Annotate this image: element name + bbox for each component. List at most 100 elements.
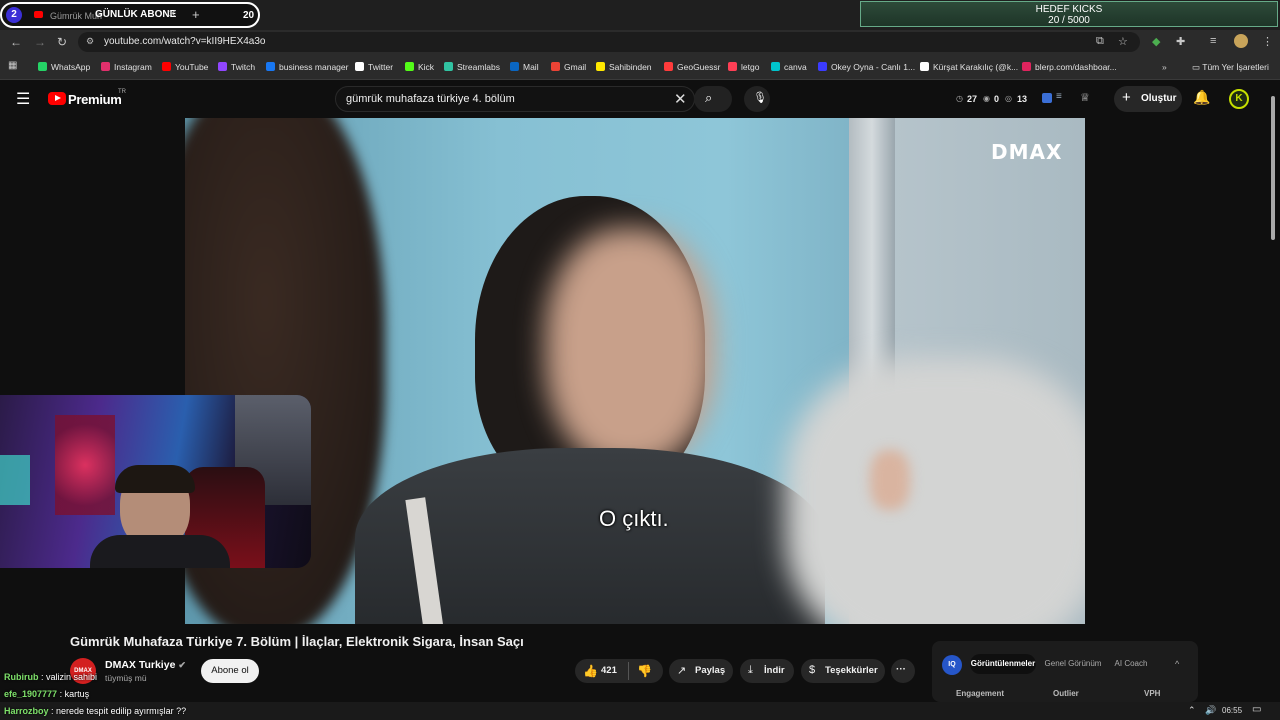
url-text[interactable]: youtube.com/watch?v=kII9HEX4a3o [104,36,265,47]
bookmark-item[interactable]: Gmail [551,62,586,72]
bookmark-item[interactable]: Instagram [101,62,152,72]
download-button[interactable]: ⤓ İndir [740,659,794,683]
bookmark-label: Twitch [231,62,256,72]
clear-search-icon[interactable]: ✕ [674,90,687,108]
bookmark-favicon-icon [218,62,227,71]
thumbs-up-icon[interactable]: 👍 [583,664,598,678]
bookmark-favicon-icon [596,62,605,71]
tab-ai-coach[interactable]: AI Coach [1108,654,1154,674]
clock-icon: ◷ [956,94,963,103]
bookmark-favicon-icon [920,62,929,71]
install-app-icon[interactable]: ⧉ [1096,35,1104,48]
stat-count: 13 [1017,94,1028,104]
bookmark-label: WhatsApp [51,62,91,72]
back-arrow-icon[interactable]: ← [10,35,22,49]
like-count[interactable]: 421 [601,665,617,676]
bookmarks-bar: ▦ WhatsApp Instagram YouTube Twitch business… [0,54,1280,80]
os-taskbar: ⌃ 🔊 06:55 ▭ [0,702,1280,720]
trophy-icon[interactable]: ♕ [1080,91,1090,104]
page-scrollbar[interactable] [1271,96,1275,240]
search-icon: ⌕ [705,90,713,105]
chat-text: kartuş [64,689,90,699]
youtube-logo-icon[interactable] [48,92,66,105]
vidiq-icon[interactable] [1042,93,1052,103]
bookmark-item[interactable]: Sahibinden [596,62,652,72]
bookmark-item[interactable]: business manager [266,62,348,72]
streamer-webcam-overlay [0,395,311,568]
menu-hamburger-icon[interactable]: ☰ [16,89,30,109]
tab-close-icon[interactable]: ✕ [168,9,176,20]
bookmark-item[interactable]: canva [771,62,807,72]
voice-search-button[interactable]: 🎙 [744,86,770,112]
profile-avatar[interactable] [1234,34,1248,48]
apps-grid-icon[interactable]: ▦ [8,60,17,71]
col-outlier: Outlier [1053,689,1079,698]
bookmarks-more-icon[interactable]: » [1162,62,1167,72]
thumbs-down-icon[interactable]: 👎 [637,664,652,678]
bookmark-label: Instagram [114,62,152,72]
notifications-bell-icon[interactable]: 🔔 [1193,89,1210,106]
bookmark-favicon-icon [510,62,519,71]
site-info-icon[interactable]: ⚙ [86,36,94,47]
forward-arrow-icon[interactable]: → [34,35,46,49]
extension-shield-icon[interactable]: ◆ [1152,35,1160,48]
all-bookmarks-folder[interactable]: ▭ Tüm Yer İşaretleri [1192,62,1269,73]
list-icon[interactable]: ≡ [1056,91,1062,102]
tab-overview[interactable]: Genel Görünüm [1038,654,1108,674]
bookmark-item[interactable]: letgo [728,62,759,72]
bookmark-item[interactable]: Mail [510,62,539,72]
bookmark-star-icon[interactable]: ☆ [1118,35,1128,48]
bookmark-item[interactable]: Okey Oyna - Canlı 1... [818,62,915,72]
reload-icon[interactable]: ↻ [57,35,67,49]
chat-user: Harrozboy [4,706,49,716]
youtube-header: ☰ Premium TR gümrük muhafaza türkiye 4. … [0,80,1280,118]
shelf-lights [55,415,115,515]
bookmark-favicon-icon [38,62,47,71]
new-tab-button[interactable]: + [192,7,200,22]
tab-views[interactable]: Görüntülenmeler [970,654,1036,674]
tray-expand-icon[interactable]: ⌃ [1188,705,1196,716]
like-dislike-group: 👍 421 👎 [575,659,663,683]
account-avatar[interactable]: K [1229,89,1249,109]
bookmark-item[interactable]: blerp.com/dashboar... [1022,62,1117,72]
bookmark-item[interactable]: Twitch [218,62,255,72]
share-label: Paylaş [695,665,726,676]
bookmark-label: letgo [741,62,760,72]
bookmark-favicon-icon [1022,62,1031,71]
browser-tab-active[interactable]: 2 Gümrük Muh GÜNLÜK ABONE ✕ + 20 [0,2,260,28]
video-player[interactable]: DMAX O çıktı. [185,118,1085,624]
collapse-chevron-icon[interactable]: ^ [1175,659,1179,669]
volume-icon[interactable]: 🔊 [1205,705,1216,716]
bookmark-item[interactable]: Twitter [355,62,393,72]
thanks-button[interactable]: $ Teşekkürler [801,659,885,683]
share-button[interactable]: ↗ Paylaş [669,659,733,683]
bookmark-item[interactable]: Kürşat Karakılıç (@k... [920,62,1018,72]
bookmark-item[interactable]: Kick [405,62,434,72]
search-button[interactable]: ⌕ [694,86,732,112]
bookmark-item[interactable]: GeoGuessr [664,62,720,72]
channel-name[interactable]: DMAX Turkiye ✔ [105,659,186,671]
video-subtitle: O çıktı. [599,506,669,531]
search-input[interactable]: gümrük muhafaza türkiye 4. bölüm [346,93,515,105]
bookmark-favicon-icon [405,62,414,71]
bookmark-item[interactable]: WhatsApp [38,62,90,72]
more-actions-button[interactable]: ··· [891,659,915,683]
stat-time: 27 [967,94,978,104]
bookmark-label: canva [784,62,807,72]
bookmark-favicon-icon [818,62,827,71]
browser-menu-icon[interactable]: ⋮ [1262,35,1273,48]
extensions-puzzle-icon[interactable]: ✚ [1176,35,1185,48]
bookmark-item[interactable]: Streamlabs [444,62,500,72]
youtube-premium-label[interactable]: Premium [68,92,122,107]
subscribe-button[interactable]: Abone ol [201,659,259,683]
media-control-icon[interactable]: ≡ [1210,35,1216,47]
col-vph: VPH [1144,689,1161,698]
browser-tab-strip: 2 Gümrük Muh GÜNLÜK ABONE ✕ + 20 HEDEF K… [0,0,1280,30]
bookmark-favicon-icon [444,62,453,71]
divider [628,662,629,680]
bookmark-favicon-icon [162,62,171,71]
search-box[interactable]: gümrük muhafaza türkiye 4. bölüm ✕ [335,86,695,112]
create-button[interactable]: + Oluştur [1114,86,1182,112]
notification-center-icon[interactable]: ▭ [1252,704,1261,715]
bookmark-item[interactable]: YouTube [162,62,208,72]
